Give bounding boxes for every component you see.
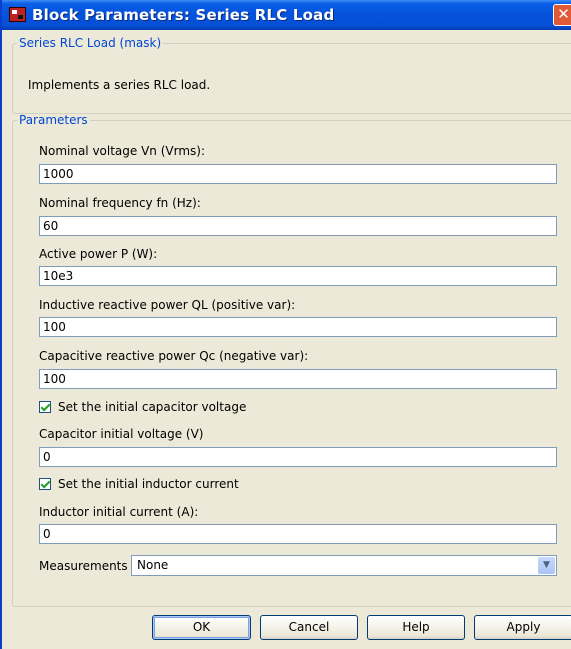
inductor-current-checkbox-row[interactable]: Set the initial inductor current xyxy=(39,477,239,491)
title-bar[interactable]: Block Parameters: Series RLC Load ✕ xyxy=(2,0,571,30)
dialog-window: Block Parameters: Series RLC Load ✕ Seri… xyxy=(0,0,571,649)
nominal-frequency-label: Nominal frequency fn (Hz): xyxy=(39,196,201,210)
capacitive-power-label: Capacitive reactive power Qc (negative v… xyxy=(39,349,309,363)
measurements-select[interactable]: None ▼ xyxy=(131,555,557,576)
parameters-group-legend: Parameters xyxy=(19,113,88,127)
nominal-frequency-field[interactable]: 60 xyxy=(39,216,557,236)
measurements-selected-value: None xyxy=(137,558,169,572)
chevron-down-icon[interactable]: ▼ xyxy=(538,557,555,574)
close-button[interactable]: ✕ xyxy=(553,4,571,26)
mask-group: Series RLC Load (mask) xyxy=(12,36,571,114)
capacitive-power-field[interactable]: 100 xyxy=(39,369,557,389)
inductive-power-label: Inductive reactive power QL (positive va… xyxy=(39,298,296,312)
inductor-initial-current-field[interactable]: 0 xyxy=(39,524,557,544)
simulink-block-icon xyxy=(9,7,26,22)
cancel-button[interactable]: Cancel xyxy=(260,615,358,640)
inductor-current-checkbox[interactable] xyxy=(39,478,51,490)
help-button[interactable]: Help xyxy=(367,615,465,640)
inductor-initial-current-label: Inductor initial current (A): xyxy=(39,505,199,519)
mask-group-legend: Series RLC Load (mask) xyxy=(19,36,162,50)
ok-button[interactable]: OK xyxy=(152,615,251,640)
window-title: Block Parameters: Series RLC Load xyxy=(32,6,335,24)
active-power-field[interactable]: 10e3 xyxy=(39,266,557,286)
nominal-voltage-label: Nominal voltage Vn (Vrms): xyxy=(39,144,206,158)
nominal-voltage-field[interactable]: 1000 xyxy=(39,164,557,184)
capacitor-voltage-checkbox-label: Set the initial capacitor voltage xyxy=(58,400,247,414)
active-power-label: Active power P (W): xyxy=(39,247,158,261)
inductor-current-checkbox-label: Set the initial inductor current xyxy=(58,477,239,491)
capacitor-voltage-checkbox[interactable] xyxy=(39,401,51,413)
capacitor-initial-voltage-label: Capacitor initial voltage (V) xyxy=(39,427,204,441)
apply-button[interactable]: Apply xyxy=(474,615,571,640)
measurements-label: Measurements xyxy=(39,559,128,573)
inductive-power-field[interactable]: 100 xyxy=(39,317,557,337)
mask-description: Implements a series RLC load. xyxy=(28,78,211,92)
capacitor-voltage-checkbox-row[interactable]: Set the initial capacitor voltage xyxy=(39,400,246,414)
capacitor-initial-voltage-field[interactable]: 0 xyxy=(39,447,557,467)
